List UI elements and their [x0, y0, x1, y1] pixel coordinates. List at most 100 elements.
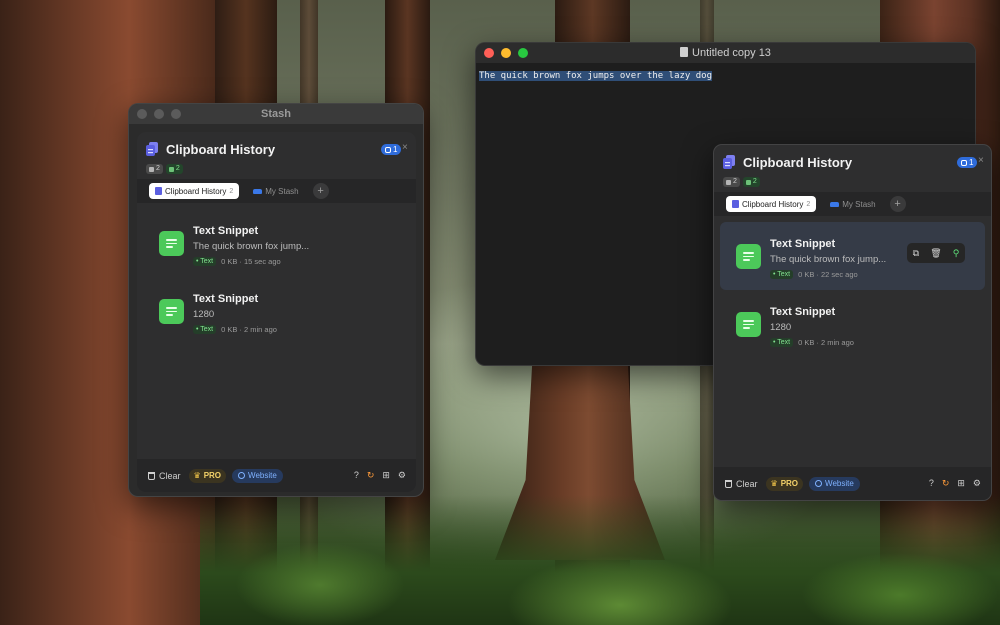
clipboard-stack-icon: [146, 142, 158, 156]
website-button[interactable]: Website: [809, 476, 860, 491]
item-meta: • Text 0 KB · 2 min ago: [193, 325, 277, 334]
crown-icon: ♛: [770, 479, 778, 488]
website-button[interactable]: Website: [232, 468, 283, 483]
type-label: Text: [777, 271, 791, 278]
all-count: 2: [733, 178, 737, 185]
refresh-icon[interactable]: ↻: [942, 478, 950, 489]
refresh-icon[interactable]: ↻: [367, 470, 375, 481]
gear-icon[interactable]: ⚙: [973, 478, 981, 489]
tab-clipboard-history[interactable]: Clipboard History 2: [149, 183, 240, 199]
item-time: · 2 min ago: [816, 338, 854, 347]
all-count: 2: [156, 165, 160, 172]
website-label: Website: [248, 471, 277, 480]
tray-icon: [830, 201, 840, 207]
item-time: · 15 sec ago: [239, 257, 281, 266]
copy-icon[interactable]: ⧉: [913, 248, 919, 259]
all-count-badge: 2: [723, 177, 740, 187]
clear-button[interactable]: Clear: [725, 479, 758, 489]
help-icon[interactable]: ?: [354, 470, 359, 481]
item-actions: ⧉ 🗑 ⚲: [907, 243, 965, 263]
globe-icon: [238, 472, 246, 479]
stash-window: Stash Clipboard History 1 × 2 2 Clipboar…: [128, 103, 424, 497]
document-icon: [680, 47, 689, 57]
all-items-icon: [149, 166, 154, 172]
tab-label: Clipboard History: [165, 186, 227, 196]
pro-button[interactable]: ♛ PRO: [765, 476, 804, 491]
tab-label: My Stash: [842, 199, 876, 209]
pinned-count: 1: [393, 145, 398, 154]
item-preview: The quick brown fox jump...: [770, 254, 887, 265]
panel-footer: Clear ♛ PRO Website ? ↻ ⊞ ⚙: [137, 459, 416, 492]
clear-label: Clear: [159, 470, 181, 481]
pinned-count-badge[interactable]: 1: [381, 144, 402, 155]
item-meta: • Text 0 KB · 22 sec ago: [770, 270, 858, 279]
pin-icon: [385, 146, 391, 153]
clipboard-panel: Clipboard History 1 × 2 2 Clipboard Hist…: [137, 132, 416, 492]
clipboard-stack-icon: [155, 187, 162, 195]
all-items-icon: [726, 179, 731, 185]
text-lines-icon: [159, 299, 184, 324]
tab-my-stash[interactable]: My Stash: [247, 183, 304, 199]
item-size: 0 KB: [221, 257, 238, 266]
preview-icon[interactable]: ⚲: [953, 248, 960, 259]
close-panel-button[interactable]: ×: [978, 155, 984, 166]
text-count-badge: 2: [742, 177, 760, 187]
tab-bar: Clipboard History 2 My Stash +: [714, 192, 991, 216]
document-body[interactable]: The quick brown fox jumps over the lazy …: [476, 63, 975, 85]
history-list: Text Snippet The quick brown fox jump...…: [137, 203, 416, 345]
title-bar[interactable]: Untitled copy 13: [476, 43, 975, 63]
item-title: Text Snippet: [770, 306, 836, 318]
document-title: Untitled copy 13: [692, 47, 771, 59]
type-label: Text: [777, 339, 791, 346]
item-time: · 22 sec ago: [816, 270, 858, 279]
list-item[interactable]: Text Snippet 1280 • Text 0 KB · 2 min ag…: [143, 277, 410, 345]
tab-my-stash[interactable]: My Stash: [824, 196, 881, 212]
title-bar[interactable]: Stash: [129, 104, 423, 124]
window-title: Stash: [261, 108, 291, 120]
window-title: Untitled copy 13: [476, 47, 975, 59]
item-title: Text Snippet: [193, 293, 259, 305]
close-panel-button[interactable]: ×: [402, 142, 408, 153]
type-badge: • Text: [193, 325, 217, 334]
text-lines-icon: [168, 166, 174, 172]
clear-button[interactable]: Clear: [148, 471, 181, 481]
history-list: Text Snippet The quick brown fox jump...…: [714, 216, 991, 358]
item-time: · 2 min ago: [239, 325, 277, 334]
add-window-icon[interactable]: ⊞: [382, 470, 390, 481]
globe-icon: [815, 480, 823, 487]
tab-clipboard-history[interactable]: Clipboard History 2: [726, 196, 817, 212]
list-item[interactable]: Text Snippet The quick brown fox jump...…: [143, 209, 410, 277]
trash-icon[interactable]: 🗑: [930, 248, 941, 259]
pin-icon: [961, 159, 967, 166]
selected-text[interactable]: The quick brown fox jumps over the lazy …: [479, 71, 712, 81]
clipboard-stack-icon: [732, 200, 739, 208]
item-title: Text Snippet: [193, 225, 259, 237]
text-lines-icon: [745, 179, 751, 185]
text-lines-icon: [736, 312, 761, 337]
gear-icon[interactable]: ⚙: [398, 470, 406, 481]
add-tab-button[interactable]: +: [889, 196, 906, 212]
fern-undergrowth: [200, 495, 1000, 625]
type-label: Text: [200, 258, 214, 265]
add-window-icon[interactable]: ⊞: [957, 478, 965, 489]
add-tab-button[interactable]: +: [312, 183, 329, 199]
help-icon[interactable]: ?: [929, 478, 934, 489]
item-preview: The quick brown fox jump...: [193, 241, 310, 252]
tab-count: 2: [806, 200, 811, 208]
item-meta: • Text 0 KB · 15 sec ago: [193, 257, 281, 266]
item-size: 0 KB: [798, 270, 815, 279]
type-badge: • Text: [770, 270, 794, 279]
pinned-count: 1: [969, 158, 974, 167]
text-lines-icon: [736, 244, 761, 269]
pinned-count-badge[interactable]: 1: [957, 157, 978, 168]
list-item[interactable]: Text Snippet The quick brown fox jump...…: [720, 222, 985, 290]
item-meta: • Text 0 KB · 2 min ago: [770, 338, 854, 347]
type-badge: • Text: [193, 257, 217, 266]
pro-button[interactable]: ♛ PRO: [188, 468, 227, 483]
text-count-badge: 2: [165, 164, 183, 174]
trash-icon: [725, 479, 732, 488]
item-preview: 1280: [770, 322, 792, 333]
list-item[interactable]: Text Snippet 1280 • Text 0 KB · 2 min ag…: [720, 290, 985, 358]
tab-label: My Stash: [265, 186, 299, 196]
item-size: 0 KB: [798, 338, 815, 347]
